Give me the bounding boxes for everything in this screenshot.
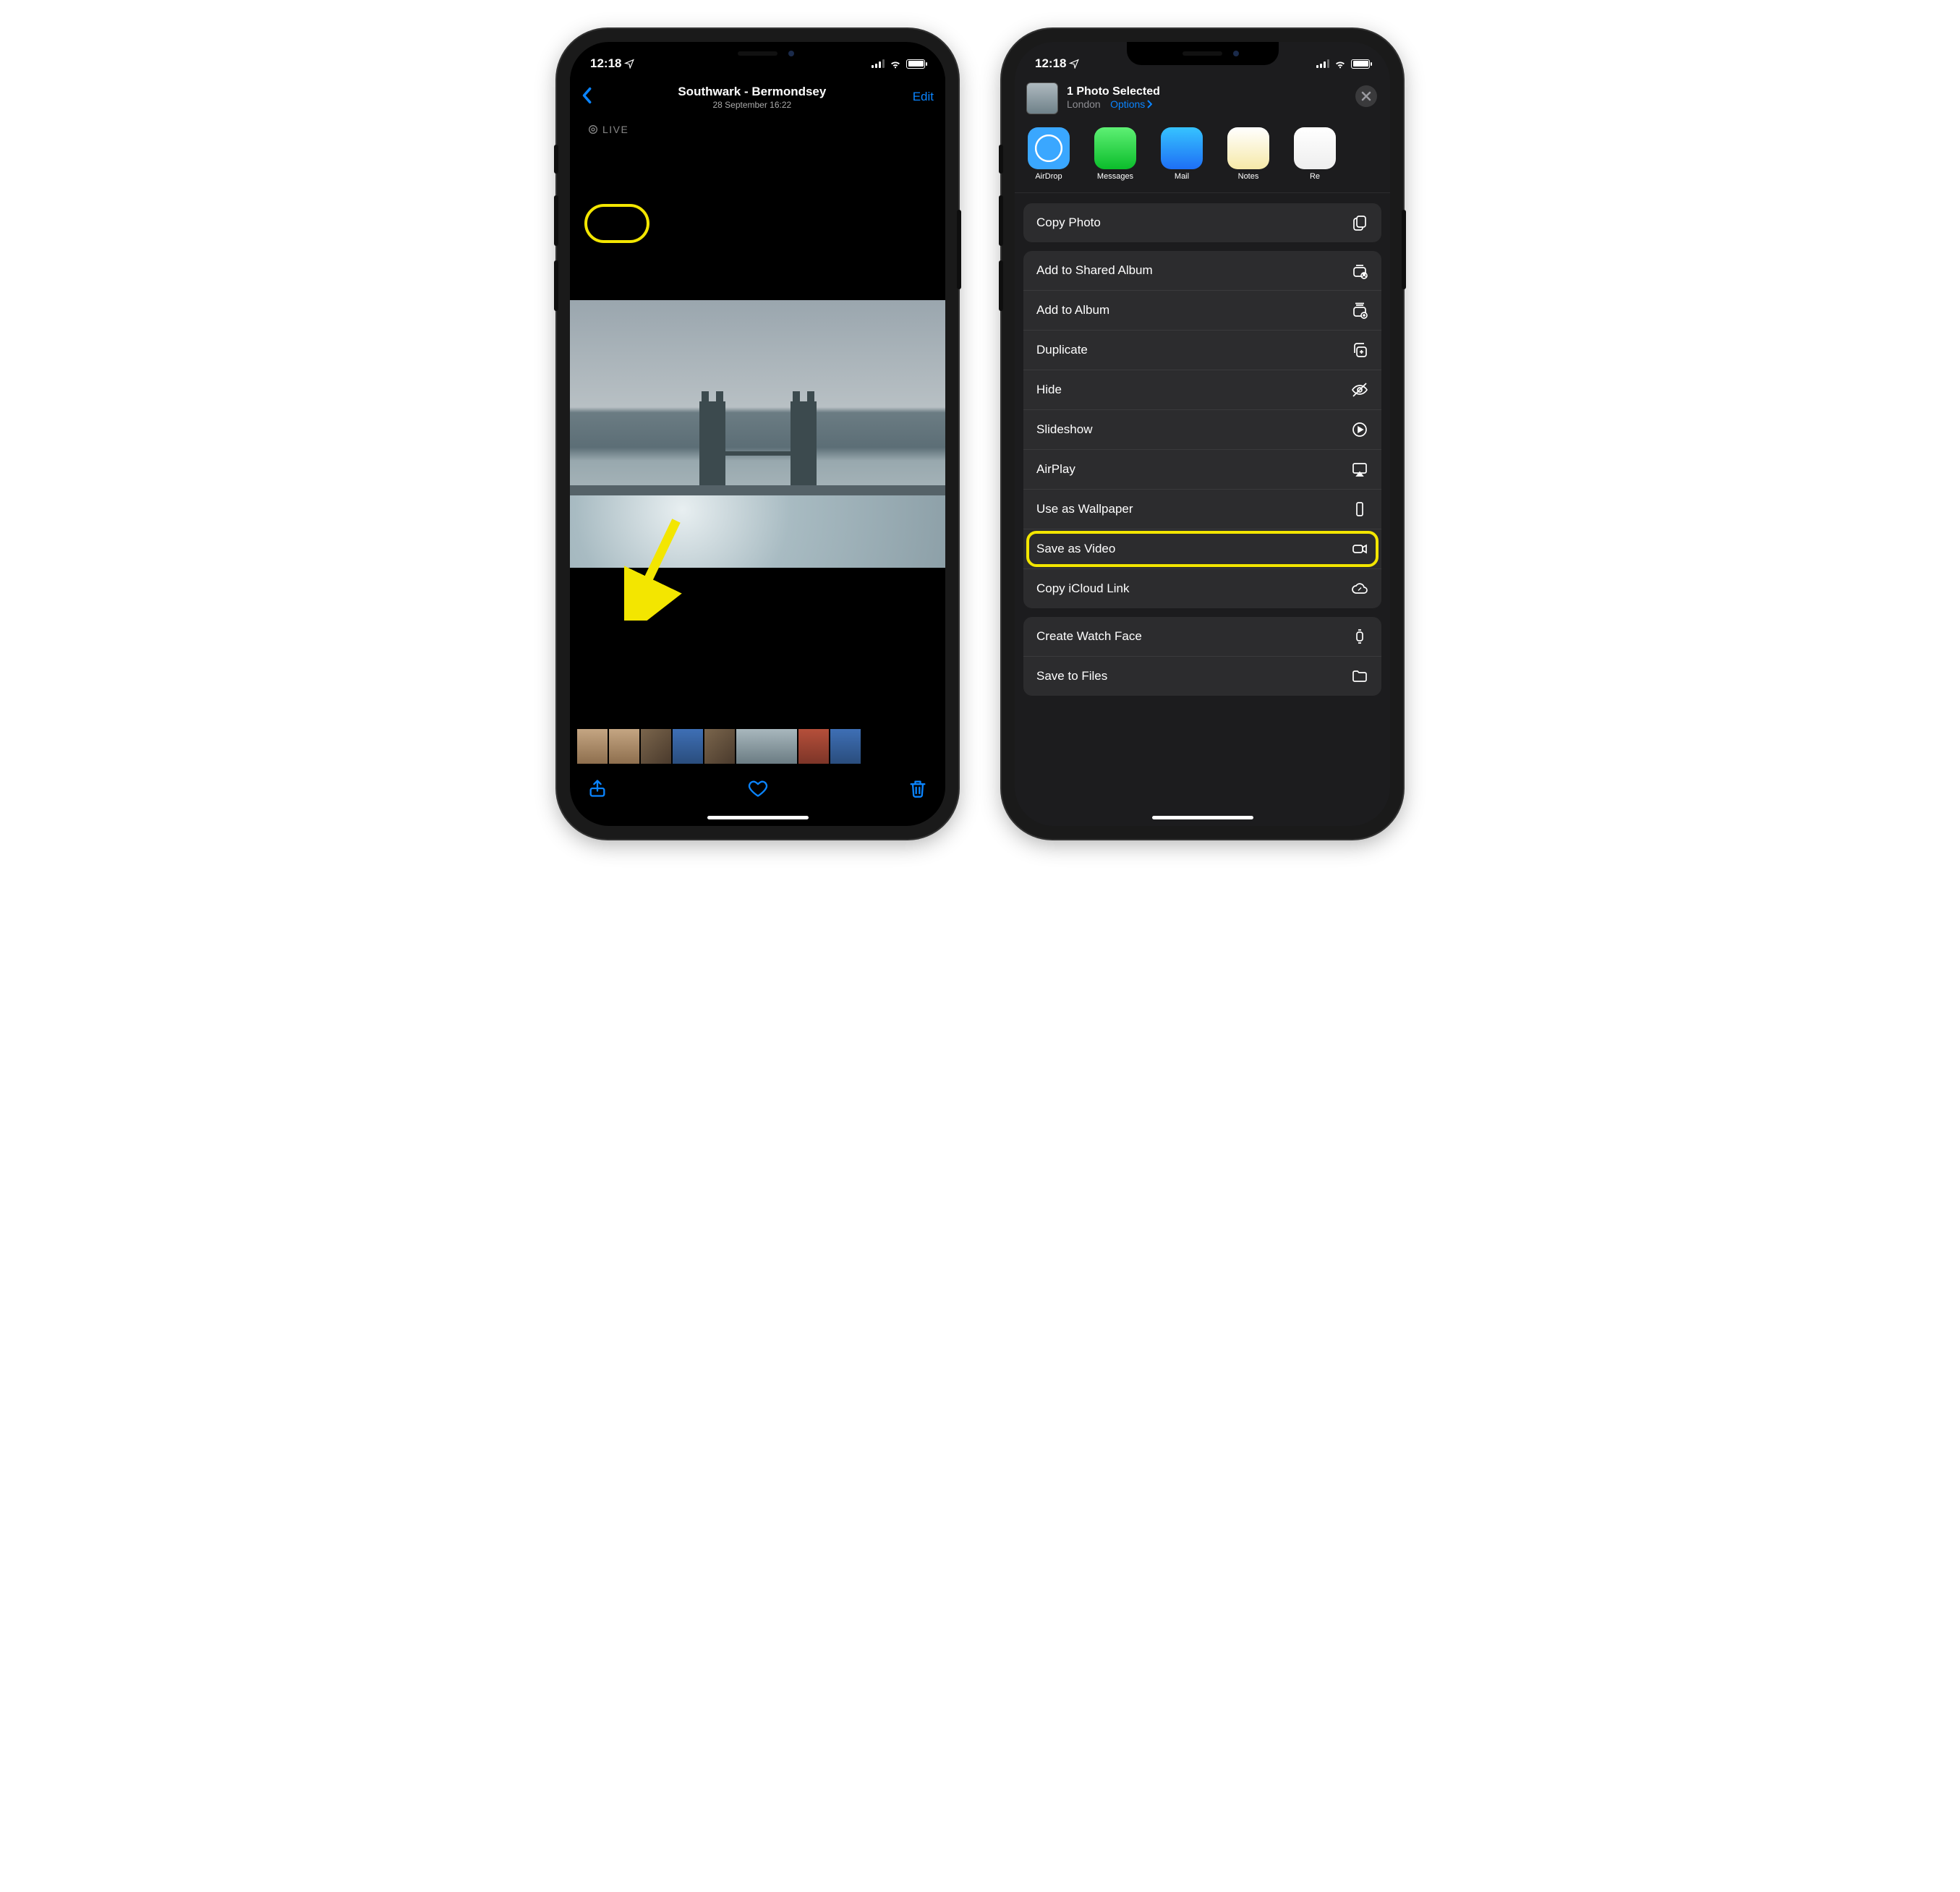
- battery-icon: [1351, 59, 1370, 69]
- action-add-album[interactable]: Add to Album: [1023, 291, 1381, 331]
- share-icon: [587, 778, 608, 798]
- location-icon: [624, 59, 634, 69]
- action-duplicate[interactable]: Duplicate: [1023, 331, 1381, 370]
- reminders-icon: [1294, 127, 1336, 169]
- home-indicator[interactable]: [707, 816, 809, 819]
- copy-icon: [1351, 214, 1368, 231]
- share-options-button[interactable]: Options: [1110, 98, 1152, 110]
- action-save-as-video[interactable]: Save as Video: [1023, 529, 1381, 569]
- close-button[interactable]: [1355, 85, 1377, 107]
- share-action-list: Copy Photo Add to Shared Album Add to Al…: [1015, 193, 1390, 704]
- hide-icon: [1351, 381, 1368, 399]
- thumbnail-strip[interactable]: [570, 729, 945, 764]
- share-sheet-header: 1 Photo Selected London Options: [1015, 77, 1390, 124]
- share-app-reminders[interactable]: Re: [1294, 127, 1336, 181]
- photo-viewport[interactable]: [570, 139, 945, 729]
- action-add-shared-album[interactable]: Add to Shared Album: [1023, 251, 1381, 291]
- close-icon: [1361, 91, 1371, 101]
- nav-bar: Southwark - Bermondsey 28 September 16:2…: [570, 77, 945, 117]
- share-title: 1 Photo Selected: [1067, 85, 1160, 98]
- play-circle-icon: [1351, 421, 1368, 438]
- phone-frame-left: 12:18 Southwark - Bermondsey 28 Septembe…: [557, 29, 958, 839]
- airplay-icon: [1351, 461, 1368, 478]
- notch: [1127, 42, 1279, 65]
- add-album-icon: [1351, 302, 1368, 319]
- bottom-toolbar: [570, 770, 945, 810]
- thumbnail-selected[interactable]: [736, 729, 797, 764]
- phone-icon: [1351, 500, 1368, 518]
- delete-button[interactable]: [908, 778, 928, 802]
- wifi-icon: [1334, 57, 1347, 70]
- shared-album-icon: [1351, 262, 1368, 279]
- share-app-airdrop[interactable]: AirDrop: [1028, 127, 1070, 181]
- cellular-icon: [1316, 59, 1329, 68]
- action-airplay[interactable]: AirPlay: [1023, 450, 1381, 490]
- mail-icon: [1161, 127, 1203, 169]
- battery-icon: [906, 59, 925, 69]
- status-time: 12:18: [1035, 56, 1066, 71]
- chevron-right-icon: [1146, 100, 1152, 108]
- screen-left: 12:18 Southwark - Bermondsey 28 Septembe…: [570, 42, 945, 826]
- wifi-icon: [889, 57, 902, 70]
- share-thumbnail: [1026, 82, 1058, 114]
- icloud-link-icon: [1351, 580, 1368, 597]
- share-location: London: [1067, 98, 1101, 110]
- back-button[interactable]: [581, 87, 592, 108]
- share-app-notes[interactable]: Notes: [1227, 127, 1269, 181]
- action-slideshow[interactable]: Slideshow: [1023, 410, 1381, 450]
- live-icon: [587, 124, 599, 135]
- screen-right: 12:18 1 Photo Selected London Options: [1015, 42, 1390, 826]
- notes-icon: [1227, 127, 1269, 169]
- photo-image: [570, 300, 945, 568]
- action-use-wallpaper[interactable]: Use as Wallpaper: [1023, 490, 1381, 529]
- share-button[interactable]: [587, 778, 608, 802]
- status-time: 12:18: [590, 56, 621, 71]
- watch-icon: [1351, 628, 1368, 645]
- phone-frame-right: 12:18 1 Photo Selected London Options: [1002, 29, 1403, 839]
- folder-icon: [1351, 668, 1368, 685]
- action-create-watch-face[interactable]: Create Watch Face: [1023, 617, 1381, 657]
- action-copy-photo[interactable]: Copy Photo: [1023, 203, 1381, 242]
- video-icon: [1351, 540, 1368, 558]
- live-badge: LIVE: [580, 122, 636, 137]
- messages-icon: [1094, 127, 1136, 169]
- location-icon: [1069, 59, 1079, 69]
- edit-button[interactable]: Edit: [913, 90, 934, 104]
- photo-title: Southwark - Bermondsey: [678, 85, 826, 99]
- favorite-button[interactable]: [748, 778, 768, 802]
- share-app-mail[interactable]: Mail: [1161, 127, 1203, 181]
- share-app-messages[interactable]: Messages: [1094, 127, 1136, 181]
- home-indicator[interactable]: [1152, 816, 1253, 819]
- action-copy-icloud-link[interactable]: Copy iCloud Link: [1023, 569, 1381, 608]
- notch: [682, 42, 834, 65]
- heart-icon: [748, 778, 768, 798]
- action-save-to-files[interactable]: Save to Files: [1023, 657, 1381, 696]
- photo-subtitle: 28 September 16:22: [678, 100, 826, 110]
- action-hide[interactable]: Hide: [1023, 370, 1381, 410]
- duplicate-icon: [1351, 341, 1368, 359]
- airdrop-icon: [1028, 127, 1070, 169]
- trash-icon: [908, 778, 928, 798]
- cellular-icon: [872, 59, 885, 68]
- share-app-row[interactable]: AirDrop Messages Mail Notes Re: [1015, 124, 1390, 193]
